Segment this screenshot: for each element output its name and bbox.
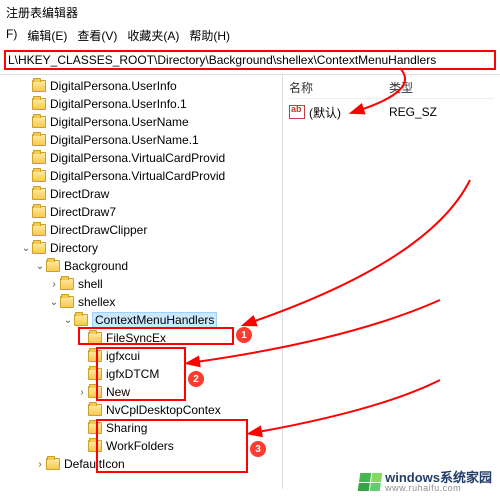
value-type: REG_SZ <box>389 105 494 119</box>
folder-icon <box>32 206 46 218</box>
expand-icon[interactable]: ⌄ <box>48 297 60 308</box>
folder-icon <box>32 80 46 92</box>
tree-item[interactable]: › shell <box>0 275 282 293</box>
folder-icon <box>32 242 46 254</box>
col-header-type[interactable]: 类型 <box>389 79 494 96</box>
tree-item-label: DefaultIcon <box>64 457 125 471</box>
menu-view[interactable]: 查看(V) <box>77 27 117 44</box>
tree-item-label: Directory <box>50 241 98 255</box>
folder-icon <box>88 422 102 434</box>
tree-item[interactable]: DigitalPersona.UserInfo <box>0 77 282 95</box>
tree-item-label: DirectDraw <box>50 187 109 201</box>
folder-icon <box>46 260 60 272</box>
tree-item[interactable]: DirectDraw7 <box>0 203 282 221</box>
tree-item[interactable]: ⌄ Background <box>0 257 282 275</box>
tree-item[interactable]: DigitalPersona.UserName.1 <box>0 131 282 149</box>
list-pane[interactable]: 名称 类型 (默认) REG_SZ <box>283 75 500 489</box>
folder-icon <box>32 116 46 128</box>
watermark: windows系统家园 www.ruhaifu.com <box>359 471 492 493</box>
tree-item-label: Background <box>64 259 128 273</box>
menu-help[interactable]: 帮助(H) <box>189 27 230 44</box>
tree-item[interactable]: › New <box>0 383 282 401</box>
tree-item-label: DigitalPersona.VirtualCardProvid <box>50 151 225 165</box>
tree-item[interactable]: WorkFolders <box>0 437 282 455</box>
folder-icon <box>32 224 46 236</box>
folder-icon <box>32 188 46 200</box>
tree-item-label: DigitalPersona.VirtualCardProvid <box>50 169 225 183</box>
folder-icon <box>60 278 74 290</box>
expand-icon[interactable]: ⌄ <box>34 261 46 272</box>
tree-item[interactable]: › DefaultIcon <box>0 455 282 473</box>
tree-item-label: DirectDraw7 <box>50 205 116 219</box>
folder-icon <box>32 98 46 110</box>
expand-icon[interactable]: › <box>48 279 60 290</box>
tree-item[interactable]: FileSyncEx <box>0 329 282 347</box>
tree-pane[interactable]: DigitalPersona.UserInfo DigitalPersona.Us… <box>0 75 283 489</box>
path-bar-highlight <box>4 50 496 70</box>
menu-favorites[interactable]: 收藏夹(A) <box>127 27 179 44</box>
tree-item[interactable]: DigitalPersona.VirtualCardProvid <box>0 167 282 185</box>
folder-icon <box>74 314 88 326</box>
window-title: 注册表编辑器 <box>6 4 494 21</box>
tree-item-label: DigitalPersona.UserName <box>50 115 189 129</box>
tree-item-label: FileSyncEx <box>106 331 166 345</box>
folder-icon <box>88 332 102 344</box>
expand-icon[interactable]: › <box>76 387 88 398</box>
tree-item-label: igfxDTCM <box>106 367 159 381</box>
menu-f[interactable]: F) <box>6 27 17 44</box>
tree-item-label: DirectDrawClipper <box>50 223 147 237</box>
folder-icon <box>88 386 102 398</box>
tree-item-label: NvCplDesktopContex <box>106 403 221 417</box>
folder-icon <box>32 134 46 146</box>
tree-item[interactable]: DirectDrawClipper <box>0 221 282 239</box>
folder-icon <box>88 368 102 380</box>
tree-item-label: DigitalPersona.UserInfo.1 <box>50 97 187 111</box>
expand-icon[interactable]: ⌄ <box>20 243 32 254</box>
folder-icon <box>46 458 60 470</box>
string-value-icon <box>289 105 305 119</box>
tree-item[interactable]: ⌄ ContextMenuHandlers <box>0 311 282 329</box>
windows-logo-icon <box>358 473 383 491</box>
tree-item[interactable]: igfxDTCM <box>0 365 282 383</box>
folder-icon <box>32 152 46 164</box>
menu-edit[interactable]: 编辑(E) <box>27 27 67 44</box>
folder-icon <box>88 440 102 452</box>
menubar: F) 编辑(E) 查看(V) 收藏夹(A) 帮助(H) <box>6 25 494 48</box>
tree-item-label: igfxcui <box>106 349 140 363</box>
tree-item[interactable]: DigitalPersona.VirtualCardProvid <box>0 149 282 167</box>
tree-item-label: shellex <box>78 295 115 309</box>
tree-item-label: shell <box>78 277 103 291</box>
tree-item[interactable]: ⌄ Directory <box>0 239 282 257</box>
tree-item[interactable]: ⌄ shellex <box>0 293 282 311</box>
registry-path-input[interactable] <box>8 53 492 67</box>
folder-icon <box>88 350 102 362</box>
watermark-sub: www.ruhaifu.com <box>385 484 492 493</box>
list-row[interactable]: (默认) REG_SZ <box>289 103 494 121</box>
expand-icon[interactable]: › <box>34 459 46 470</box>
tree-item-label: DigitalPersona.UserName.1 <box>50 133 199 147</box>
folder-icon <box>60 296 74 308</box>
tree-item-label: Sharing <box>106 421 147 435</box>
tree-item[interactable]: DigitalPersona.UserName <box>0 113 282 131</box>
tree-item[interactable]: Sharing <box>0 419 282 437</box>
tree-item[interactable]: NvCplDesktopContex <box>0 401 282 419</box>
value-name: (默认) <box>309 104 389 121</box>
folder-icon <box>32 170 46 182</box>
tree-item-label: DigitalPersona.UserInfo <box>50 79 177 93</box>
tree-item[interactable]: DigitalPersona.UserInfo.1 <box>0 95 282 113</box>
tree-item[interactable]: DirectDraw <box>0 185 282 203</box>
tree-item-label: ContextMenuHandlers <box>92 312 217 328</box>
col-header-name[interactable]: 名称 <box>289 79 389 96</box>
tree-item-label: WorkFolders <box>106 439 174 453</box>
folder-icon <box>88 404 102 416</box>
tree-item-label: New <box>106 385 130 399</box>
tree-item[interactable]: igfxcui <box>0 347 282 365</box>
expand-icon[interactable]: ⌄ <box>62 315 74 326</box>
